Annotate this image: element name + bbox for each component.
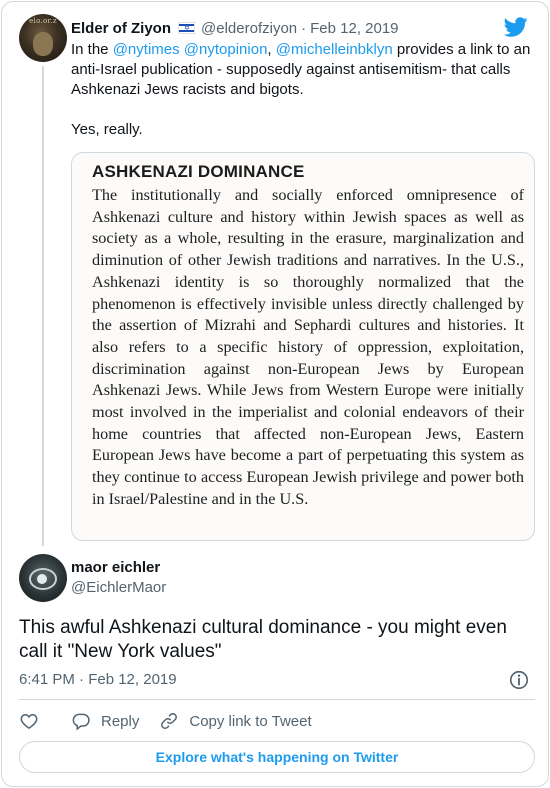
text-second-line: Yes, really. (71, 121, 143, 138)
thread-line (42, 66, 44, 546)
avatar-text: elo.or.z (29, 17, 57, 25)
tweet-text: This awful Ashkenazi cultural dominance … (19, 617, 507, 662)
text-comma: , (267, 41, 276, 58)
author-name[interactable]: maor eichler (71, 559, 160, 576)
copy-link-button[interactable]: Copy link to Tweet (159, 711, 312, 731)
twitter-bird-icon[interactable] (504, 15, 528, 39)
quoted-author-handle[interactable]: @elderofziyon (201, 20, 297, 37)
reply-bubble-icon (72, 713, 90, 731)
explore-twitter-button[interactable]: Explore what's happening on Twitter (19, 741, 535, 773)
media-body-text: The institutionally and socially enforce… (92, 186, 524, 508)
quoted-tweet-date[interactable]: Feb 12, 2019 (310, 20, 398, 37)
media-heading: ASHKENAZI DOMINANCE (92, 162, 305, 181)
tweet-timestamp[interactable]: 6:41 PM · Feb 12, 2019 (19, 671, 177, 688)
quoted-tweet-text: In the @nytimes @nytopinion, @michellein… (71, 40, 531, 140)
divider (19, 699, 535, 700)
copy-link-label: Copy link to Tweet (189, 712, 312, 730)
like-button[interactable] (19, 711, 39, 731)
elder-of-ziyon-avatar[interactable]: elo.or.z (19, 14, 67, 62)
link-icon (161, 713, 178, 729)
info-icon[interactable] (508, 669, 530, 691)
quoted-tweet-header: Elder of Ziyon ✡ @elderofziyon · Feb 12,… (71, 18, 399, 38)
heart-icon (20, 713, 38, 729)
embedded-tweet-card: elo.or.z Elder of Ziyon ✡ @elderofziyon … (1, 1, 549, 787)
mention-michelleinbklyn[interactable]: @michelleinbklyn (276, 41, 393, 58)
avatar-face (33, 32, 53, 56)
tweet-media-image[interactable]: ASHKENAZI DOMINANCE The institutionally … (71, 152, 535, 541)
quoted-author-name[interactable]: Elder of Ziyon (71, 20, 171, 37)
reply-label: Reply (101, 712, 140, 730)
reply-button[interactable]: Reply (71, 711, 139, 731)
tweet-actions: Reply Copy link to Tweet (19, 710, 312, 732)
mention-nytopinion[interactable]: @nytopinion (184, 41, 268, 58)
text-prefix: In the (71, 41, 113, 58)
separator-dot: · (301, 19, 307, 37)
author-handle[interactable]: @EichlerMaor (71, 579, 166, 596)
maor-eichler-avatar[interactable] (19, 554, 67, 602)
israel-flag-icon: ✡ (178, 22, 196, 34)
mention-nytimes[interactable]: @nytimes (113, 41, 180, 58)
